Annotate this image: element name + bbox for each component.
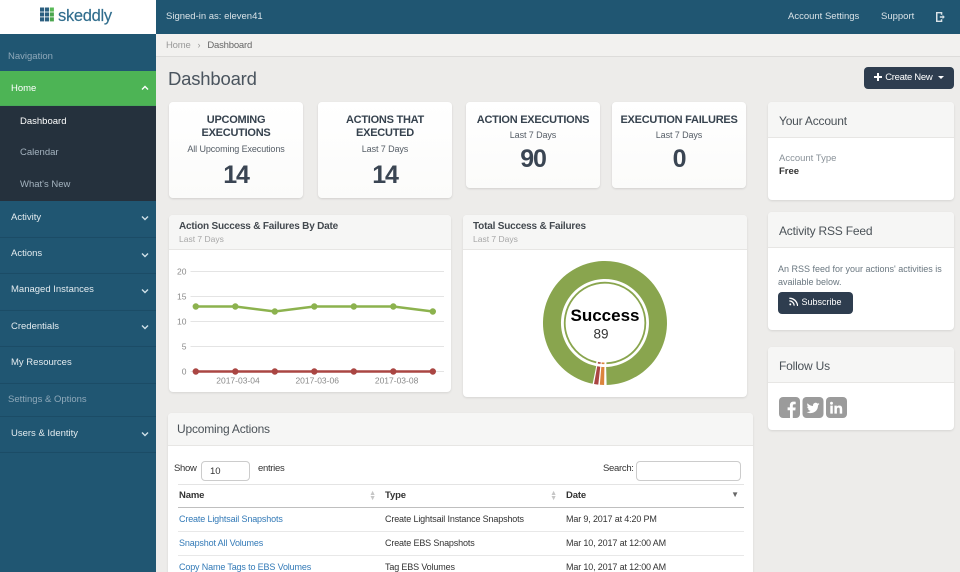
svg-text:2017-03-08: 2017-03-08 [375,376,419,386]
svg-text:2017-03-06: 2017-03-06 [295,376,339,386]
svg-text:0: 0 [182,367,187,377]
svg-text:10: 10 [177,317,187,327]
svg-text:2017-03-04: 2017-03-04 [216,376,260,386]
svg-text:skeddly: skeddly [58,7,113,25]
svg-text:89: 89 [593,327,608,342]
svg-text:5: 5 [182,342,187,352]
svg-text:20: 20 [177,267,187,277]
svg-text:15: 15 [177,292,187,302]
svg-text:Success: Success [571,306,640,325]
